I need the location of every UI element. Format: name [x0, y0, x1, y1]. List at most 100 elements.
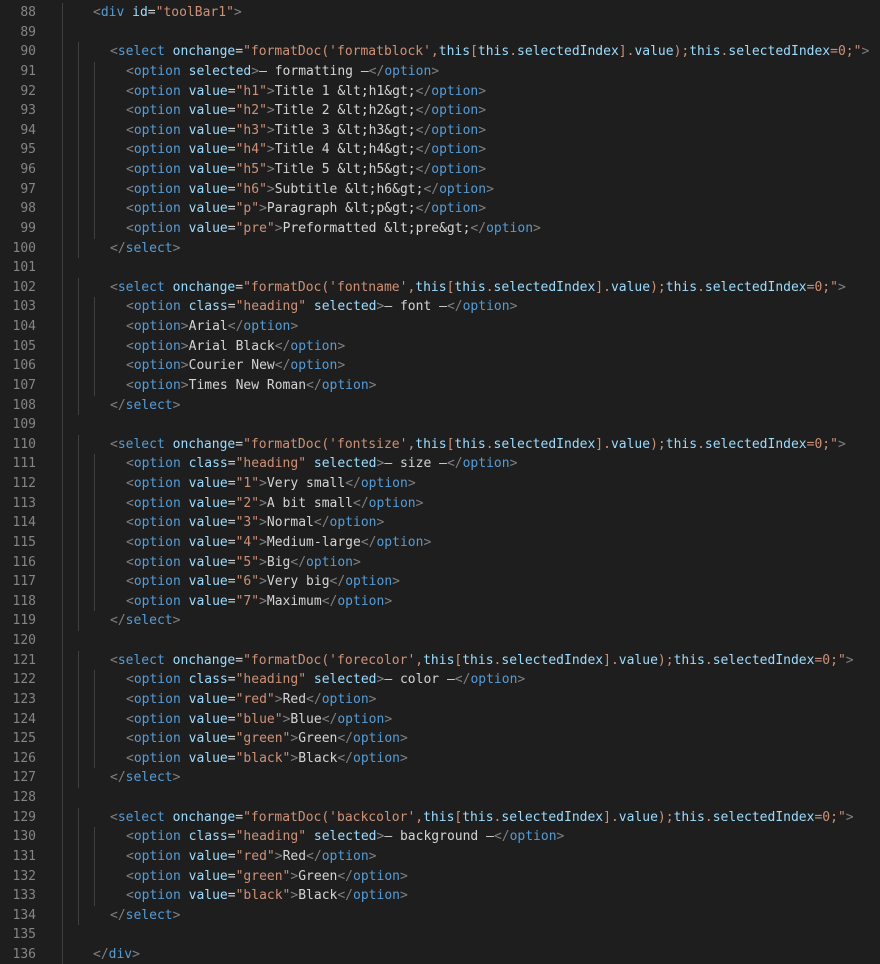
code-line[interactable]: 122 <option class="heading" selected>– co… — [0, 670, 880, 690]
token-text: – formatting – — [259, 63, 369, 79]
code-line[interactable]: 121 <select onchange="formatDoc('forecolo… — [0, 650, 880, 671]
token-attr: value — [618, 809, 658, 825]
token-tag: option — [133, 593, 181, 609]
code-line[interactable]: 111 <option class="heading" selected>– si… — [0, 454, 880, 474]
indent-guide — [62, 650, 63, 671]
code-line[interactable]: 94 <option value="h3">Title 3 &lt;h3&gt;<… — [0, 120, 880, 141]
line-number: 125 — [12, 731, 36, 747]
token-tag: option — [431, 83, 479, 99]
line-number: 94 — [20, 122, 36, 138]
code-line[interactable]: 91 <option selected>– formatting –</optio… — [0, 61, 880, 82]
code-line[interactable]: 112 <option value="1">Very small</option> — [0, 474, 880, 494]
code-text: <option value="green">Green</option> — [126, 729, 408, 749]
indent-guide — [78, 572, 79, 592]
indent-guide — [62, 788, 63, 808]
code-line[interactable]: 132 <option value="green">Green</option> — [0, 866, 880, 887]
code-line[interactable]: 98 <option value="p">Paragraph &lt;p&gt;<… — [0, 199, 880, 219]
code-line[interactable]: 88 <div id="toolBar1"> — [0, 3, 880, 23]
token-eq: = — [227, 829, 236, 845]
token-tag: option — [462, 299, 510, 315]
code-line[interactable]: 103 <option class="heading" selected>– fo… — [0, 297, 880, 317]
token-punct: > — [861, 44, 870, 60]
token-str: ]. — [603, 809, 619, 825]
code-line[interactable]: 115 <option value="4">Medium-large</optio… — [0, 532, 880, 553]
code-line[interactable]: 129 <select onchange="formatDoc('backcolo… — [0, 807, 880, 828]
code-line[interactable]: 120 — [0, 631, 880, 651]
code-line[interactable]: 110 <select onchange="formatDoc('fontsize… — [0, 434, 880, 455]
code-line[interactable]: 92 <option value="h1">Title 1 &lt;h1&gt;<… — [0, 81, 880, 102]
token-eq: = — [235, 279, 244, 295]
code-line[interactable]: 101 — [0, 258, 880, 278]
token-str: "h1" — [235, 83, 267, 99]
token-punct: </ — [368, 63, 385, 79]
indent-guide — [78, 532, 79, 553]
code-line[interactable]: 105 <option>Arial Black</option> — [0, 336, 880, 357]
token-punct: > — [266, 162, 275, 177]
code-line[interactable]: 109 — [0, 415, 880, 435]
code-line[interactable]: 136 </div> — [0, 945, 880, 964]
token-tag: select — [125, 397, 173, 413]
code-line[interactable]: 124 <option value="blue">Blue</option> — [0, 709, 880, 730]
indent-guide — [62, 395, 63, 416]
code-line[interactable]: 127 </select> — [0, 768, 880, 788]
code-line[interactable]: 113 <option value="2">A bit small</option… — [0, 493, 880, 514]
code-line[interactable]: 97 <option value="h6">Subtitle &lt;h6&gt;… — [0, 179, 880, 200]
line-number: 109 — [12, 417, 36, 433]
token-str: "green" — [235, 731, 291, 747]
code-line[interactable]: 107 <option>Times New Roman</option> — [0, 375, 880, 396]
code-line[interactable]: 116 <option value="5">Big</option> — [0, 552, 880, 573]
indent-guide — [94, 709, 95, 730]
token-eq: = — [227, 534, 236, 550]
code-line[interactable]: 108 </select> — [0, 395, 880, 416]
code-editor[interactable]: 88 <div id="toolBar1"> 89 90 <select onchang… — [0, 0, 880, 964]
code-line[interactable]: 130 <option class="heading" selected>– ba… — [0, 827, 880, 847]
token-attr: value — [188, 731, 228, 747]
indent-guide — [94, 120, 95, 141]
code-line[interactable]: 99 <option value="pre">Preformatted &lt;p… — [0, 218, 880, 239]
code-text: <option value="7">Maximum</option> — [126, 592, 392, 612]
code-line[interactable]: 95 <option value="h4">Title 4 &lt;h4&gt;<… — [0, 140, 880, 160]
code-line[interactable]: 131 <option value="red">Red</option> — [0, 846, 880, 867]
token-punct: < — [126, 554, 134, 570]
code-line[interactable]: 123 <option value="red">Red</option> — [0, 689, 880, 710]
line-number: 97 — [20, 181, 36, 197]
code-line[interactable]: 118 <option value="7">Maximum</option> — [0, 591, 880, 612]
line-number: 92 — [20, 83, 36, 99]
code-line[interactable]: 104 <option>Arial</option> — [0, 317, 880, 337]
code-line[interactable]: 114 <option value="3">Normal</option> — [0, 513, 880, 533]
code-line[interactable]: 96 <option value="h5">Title 5 &lt;h5&gt;<… — [0, 160, 880, 180]
code-line[interactable]: 128 — [0, 788, 880, 808]
line-number: 121 — [12, 652, 36, 668]
code-text: <div id="toolBar1"> — [93, 3, 242, 23]
token-str: "formatDoc('backcolor', — [243, 809, 424, 825]
code-text: <select onchange="formatDoc('backcolor',… — [110, 808, 854, 828]
code-line[interactable]: 106 <option>Courier New</option> — [0, 356, 880, 376]
token-punct: < — [126, 103, 134, 119]
code-line[interactable]: 93 <option value="h2">Title 2 &lt;h2&gt;<… — [0, 101, 880, 121]
code-line[interactable]: 125 <option value="green">Green</option> — [0, 729, 880, 749]
code-line[interactable]: 133 <option value="black">Black</option> — [0, 886, 880, 906]
code-line[interactable]: 102 <select onchange="formatDoc('fontname… — [0, 277, 880, 298]
code-line[interactable]: 90 <select onchange="formatDoc('formatblo… — [0, 42, 880, 62]
indent-guide — [94, 729, 95, 749]
token-str: [ — [470, 44, 478, 60]
code-line[interactable]: 119 </select> — [0, 611, 880, 631]
code-line[interactable]: 135 — [0, 925, 880, 945]
token-eq: = — [227, 456, 236, 472]
token-eq: = — [227, 691, 236, 707]
token-tag: option — [306, 554, 354, 570]
code-text: <select onchange="formatDoc('formatblock… — [110, 42, 869, 62]
token-str: "4" — [235, 534, 260, 550]
code-line[interactable]: 134 </select> — [0, 905, 880, 926]
code-line[interactable]: 100 </select> — [0, 238, 880, 259]
code-line[interactable]: 126 <option value="black">Black</option> — [0, 748, 880, 769]
indent-guide — [78, 199, 79, 219]
code-line[interactable]: 117 <option value="6">Very big</option> — [0, 572, 880, 592]
code-line[interactable]: 89 — [0, 22, 880, 43]
